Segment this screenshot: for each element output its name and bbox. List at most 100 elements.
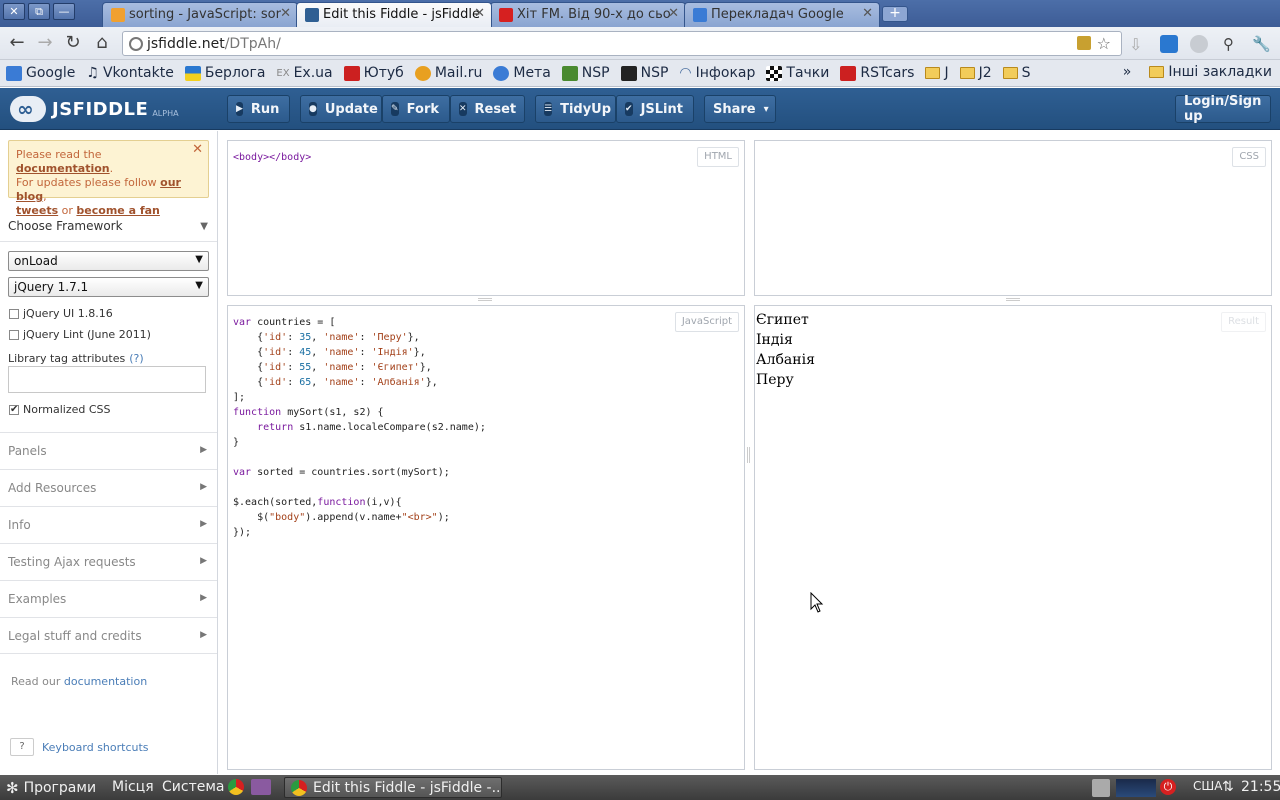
chrome-launcher[interactable] xyxy=(228,779,244,795)
clock[interactable]: 21:55 xyxy=(1241,779,1280,795)
help-link[interactable]: (?) xyxy=(129,352,143,365)
bookmarks-bar: Google ♫ Vkontakte Берлога EX Ex.ua Ютуб M… xyxy=(0,60,1280,87)
documentation-footer-link[interactable]: documentation xyxy=(64,675,147,688)
back-icon[interactable]: ← xyxy=(6,33,28,55)
window-close-button[interactable]: ✕ xyxy=(3,3,25,20)
run-button[interactable]: ▶ Run xyxy=(227,95,290,123)
result-panel[interactable]: Єгипет Індія Албанія Перу Result xyxy=(754,305,1272,770)
system-menu[interactable]: Система xyxy=(162,779,224,795)
extension-x-icon[interactable] xyxy=(1160,35,1178,53)
new-tab-button[interactable]: + xyxy=(882,6,908,22)
html-panel[interactable]: <body></body> HTML xyxy=(227,140,745,296)
checkbox-checked-icon[interactable]: ✔ xyxy=(9,404,19,415)
checkbox-empty-icon[interactable] xyxy=(9,329,19,340)
shutdown-button[interactable]: ⏻ xyxy=(1160,779,1176,795)
bookmark-tachky[interactable]: Тачки xyxy=(766,65,829,81)
bookmark-meta[interactable]: Мета xyxy=(493,65,551,81)
bookmark-vkontakte[interactable]: ♫ Vkontakte xyxy=(86,65,173,81)
bookmark-folder-j2[interactable]: J2 xyxy=(959,65,992,81)
bookmark-youtube[interactable]: Ютуб xyxy=(343,65,404,81)
keyboard-layout[interactable]: США xyxy=(1193,779,1222,793)
library-select[interactable]: jQuery 1.7.1 ▼ xyxy=(8,277,209,297)
bookmark-mailru[interactable]: Mail.ru xyxy=(414,65,482,81)
tab-close-icon[interactable]: ✕ xyxy=(668,6,679,21)
bookmark-exua[interactable]: EX Ex.ua xyxy=(276,65,332,81)
bookmark-nsp-2[interactable]: NSP xyxy=(620,65,668,81)
resize-handle[interactable] xyxy=(1006,298,1020,301)
login-signup-button[interactable]: Login/Sign up xyxy=(1175,94,1271,124)
sidebar-item-legal[interactable]: Legal stuff and credits ▶ xyxy=(0,617,217,654)
triangle-right-icon: ▶ xyxy=(200,445,207,455)
download-icon[interactable]: ⇩ xyxy=(1129,35,1147,54)
tab-sorting[interactable]: sorting - JavaScript: sor ✕ xyxy=(102,2,298,27)
tab-close-icon[interactable]: ✕ xyxy=(280,6,291,21)
tidyup-button[interactable]: ☰ TidyUp xyxy=(535,95,616,123)
bookmark-berloga[interactable]: Берлога xyxy=(184,65,265,81)
documentation-link[interactable]: documentation xyxy=(16,162,110,175)
sidebar-item-testing-ajax[interactable]: Testing Ajax requests ▶ xyxy=(0,543,217,580)
tool-icon[interactable]: ⚲ xyxy=(1223,35,1241,53)
network-icon[interactable]: ⇅ xyxy=(1222,779,1234,795)
translate-extension-icon[interactable] xyxy=(1190,35,1208,53)
library-attributes-input[interactable] xyxy=(8,366,206,393)
fork-button[interactable]: ✎ Fork xyxy=(382,95,450,123)
javascript-code[interactable]: var countries = [ {'id': 35, 'name': 'Пе… xyxy=(233,315,486,540)
bookmark-folder-j[interactable]: J xyxy=(925,65,949,81)
jquery-lint-checkbox[interactable]: jQuery Lint (June 2011) xyxy=(9,328,151,341)
chevron-down-icon: ▾ xyxy=(763,103,769,115)
app-launcher[interactable] xyxy=(251,779,271,795)
normalized-css-checkbox[interactable]: ✔ Normalized CSS xyxy=(9,403,111,416)
window-restore-button[interactable]: ⧉ xyxy=(28,3,50,20)
close-icon[interactable]: ✕ xyxy=(192,143,203,157)
forward-icon[interactable]: → xyxy=(34,33,56,55)
bookmark-infokar[interactable]: ◠ Інфокар xyxy=(679,65,755,81)
trash-applet[interactable] xyxy=(1092,779,1110,797)
tab-close-icon[interactable]: ✕ xyxy=(474,6,485,21)
share-button[interactable]: Share ▾ xyxy=(704,95,776,123)
extension-icon[interactable] xyxy=(1077,36,1091,50)
address-bar[interactable]: jsfiddle.net/DTpAh/ ☆ xyxy=(122,31,1122,56)
vertical-resize-handle[interactable] xyxy=(747,447,750,463)
resize-handle[interactable] xyxy=(478,298,492,301)
sidebar-item-info[interactable]: Info ▶ xyxy=(0,506,217,543)
html-code[interactable]: <body></body> xyxy=(233,150,311,165)
jsfiddle-logo[interactable]: JSFIDDLE ALPHA xyxy=(10,96,179,122)
jslint-button[interactable]: ✔ JSLint xyxy=(616,95,694,123)
tab-google-translate[interactable]: Перекладач Google ✕ xyxy=(684,2,880,27)
bookmark-folder-s[interactable]: S xyxy=(1002,65,1031,81)
bookmarks-overflow-button[interactable]: » xyxy=(1123,64,1132,80)
tab-hitfm[interactable]: Хіт FM. Від 90-х до сьо ✕ xyxy=(490,2,686,27)
window-minimize-button[interactable]: — xyxy=(53,3,75,20)
applications-menu[interactable]: ✻ Програми xyxy=(6,779,96,797)
bookmark-star-icon[interactable]: ☆ xyxy=(1097,34,1111,53)
sidebar-item-add-resources[interactable]: Add Resources ▶ xyxy=(0,469,217,506)
home-icon[interactable]: ⌂ xyxy=(91,33,113,55)
load-type-select[interactable]: onLoad ▼ xyxy=(8,251,209,271)
become-fan-link[interactable]: become a fan xyxy=(76,204,159,217)
places-menu[interactable]: Місця xyxy=(112,779,154,795)
jquery-ui-checkbox[interactable]: jQuery UI 1.8.16 xyxy=(9,307,113,320)
tweets-link[interactable]: tweets xyxy=(16,204,58,217)
tab-close-icon[interactable]: ✕ xyxy=(862,6,873,21)
bookmark-nsp[interactable]: NSP xyxy=(561,65,610,81)
update-button[interactable]: ● Update xyxy=(300,95,382,123)
tidyup-icon: ☰ xyxy=(544,102,553,116)
bookmark-google[interactable]: Google xyxy=(6,65,75,81)
javascript-panel[interactable]: var countries = [ {'id': 35, 'name': 'Пе… xyxy=(227,305,745,770)
other-bookmarks[interactable]: Інші закладки xyxy=(1168,64,1272,80)
exua-icon: EX xyxy=(276,67,290,79)
sidebar-item-panels[interactable]: Panels ▶ xyxy=(0,432,217,469)
sidebar-item-examples[interactable]: Examples ▶ xyxy=(0,580,217,617)
taskbar-window-button[interactable]: Edit this Fiddle - jsFiddle -... xyxy=(284,777,502,798)
bookmark-rstcars[interactable]: RSTcars xyxy=(840,65,914,81)
window-controls: ✕ ⧉ — xyxy=(3,3,75,20)
tab-jsfiddle[interactable]: Edit this Fiddle - jsFiddle ✕ xyxy=(296,2,492,27)
keyboard-shortcuts[interactable]: ? Keyboard shortcuts xyxy=(10,738,149,756)
css-panel[interactable]: CSS xyxy=(754,140,1272,296)
reset-button[interactable]: ✕ Reset xyxy=(450,95,525,123)
wrench-icon[interactable]: 🔧 xyxy=(1252,35,1271,53)
cloud-logo-icon xyxy=(10,96,46,122)
reload-icon[interactable]: ↻ xyxy=(62,33,84,55)
choose-framework-header[interactable]: Choose Framework ▼ xyxy=(8,219,210,233)
checkbox-empty-icon[interactable] xyxy=(9,308,19,319)
